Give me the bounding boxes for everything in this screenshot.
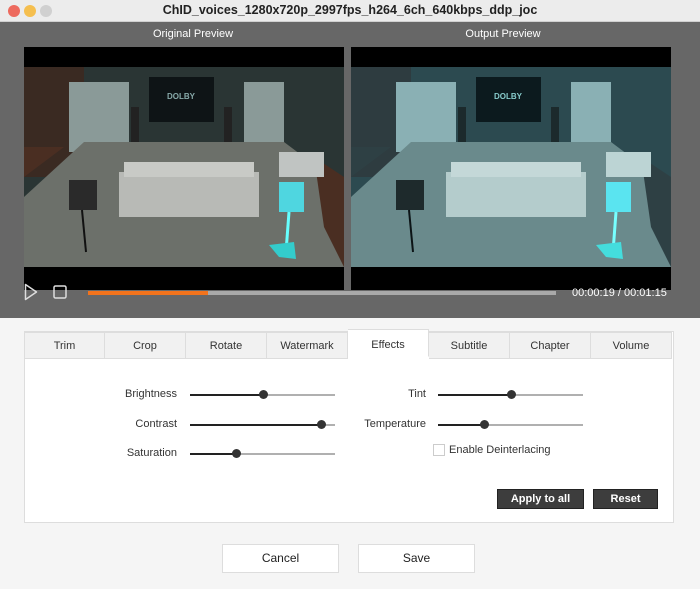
tint-slider-knob[interactable] xyxy=(506,390,516,399)
output-preview-label: Output Preview xyxy=(465,28,541,40)
reset-button[interactable]: Reset xyxy=(593,489,658,509)
window-title: ChID_voices_1280x720p_2997fps_h264_6ch_6… xyxy=(162,3,538,17)
brightness-slider[interactable] xyxy=(190,390,335,400)
saturation-label: Saturation xyxy=(126,447,177,459)
tab-rotate[interactable]: Rotate xyxy=(186,332,267,359)
contrast-slider[interactable] xyxy=(190,420,335,430)
original-preview-label: Original Preview xyxy=(152,28,234,40)
original-preview-video: DOLBY xyxy=(24,47,344,290)
tab-trim[interactable]: Trim xyxy=(24,332,105,359)
tab-chapter[interactable]: Chapter xyxy=(510,332,591,359)
temperature-label: Temperature xyxy=(364,418,426,430)
saturation-slider[interactable] xyxy=(190,449,335,459)
tab-effects[interactable]: Effects xyxy=(348,329,429,357)
brightness-slider-knob[interactable] xyxy=(258,390,268,399)
tab-volume[interactable]: Volume xyxy=(591,332,672,359)
title-bar: ChID_voices_1280x720p_2997fps_h264_6ch_6… xyxy=(0,0,700,22)
svg-text:DOLBY: DOLBY xyxy=(494,92,523,101)
preview-area: Original Preview Output Preview DOLBY DO… xyxy=(0,22,700,318)
tint-label: Tint xyxy=(408,388,426,400)
tab-bar: Trim Crop Rotate Watermark Effects Subti… xyxy=(24,329,672,359)
temperature-slider-knob[interactable] xyxy=(480,420,490,429)
playback-progress-bar[interactable] xyxy=(88,291,556,295)
tab-watermark[interactable]: Watermark xyxy=(267,332,348,359)
play-icon[interactable] xyxy=(24,283,38,301)
output-video-frame: DOLBY xyxy=(351,67,671,267)
tab-crop[interactable]: Crop xyxy=(105,332,186,359)
tint-slider[interactable] xyxy=(438,390,583,400)
output-preview-video: DOLBY xyxy=(351,47,671,290)
stop-icon[interactable] xyxy=(53,285,67,299)
tab-subtitle[interactable]: Subtitle xyxy=(429,332,510,359)
contrast-label: Contrast xyxy=(135,418,177,430)
apply-to-all-button[interactable]: Apply to all xyxy=(497,489,584,509)
deinterlacing-checkbox[interactable] xyxy=(433,444,445,456)
time-display: 00:00:19 / 00:01:15 xyxy=(572,287,667,299)
contrast-slider-knob[interactable] xyxy=(316,420,326,429)
deinterlacing-label[interactable]: Enable Deinterlacing xyxy=(449,444,551,456)
cancel-button[interactable]: Cancel xyxy=(222,544,339,573)
temperature-slider[interactable] xyxy=(438,420,583,430)
saturation-slider-knob[interactable] xyxy=(232,449,242,458)
brightness-label: Brightness xyxy=(125,388,177,400)
progress-fill xyxy=(88,291,209,295)
svg-text:DOLBY: DOLBY xyxy=(167,92,196,101)
save-button[interactable]: Save xyxy=(358,544,475,573)
original-video-frame: DOLBY xyxy=(24,67,344,267)
